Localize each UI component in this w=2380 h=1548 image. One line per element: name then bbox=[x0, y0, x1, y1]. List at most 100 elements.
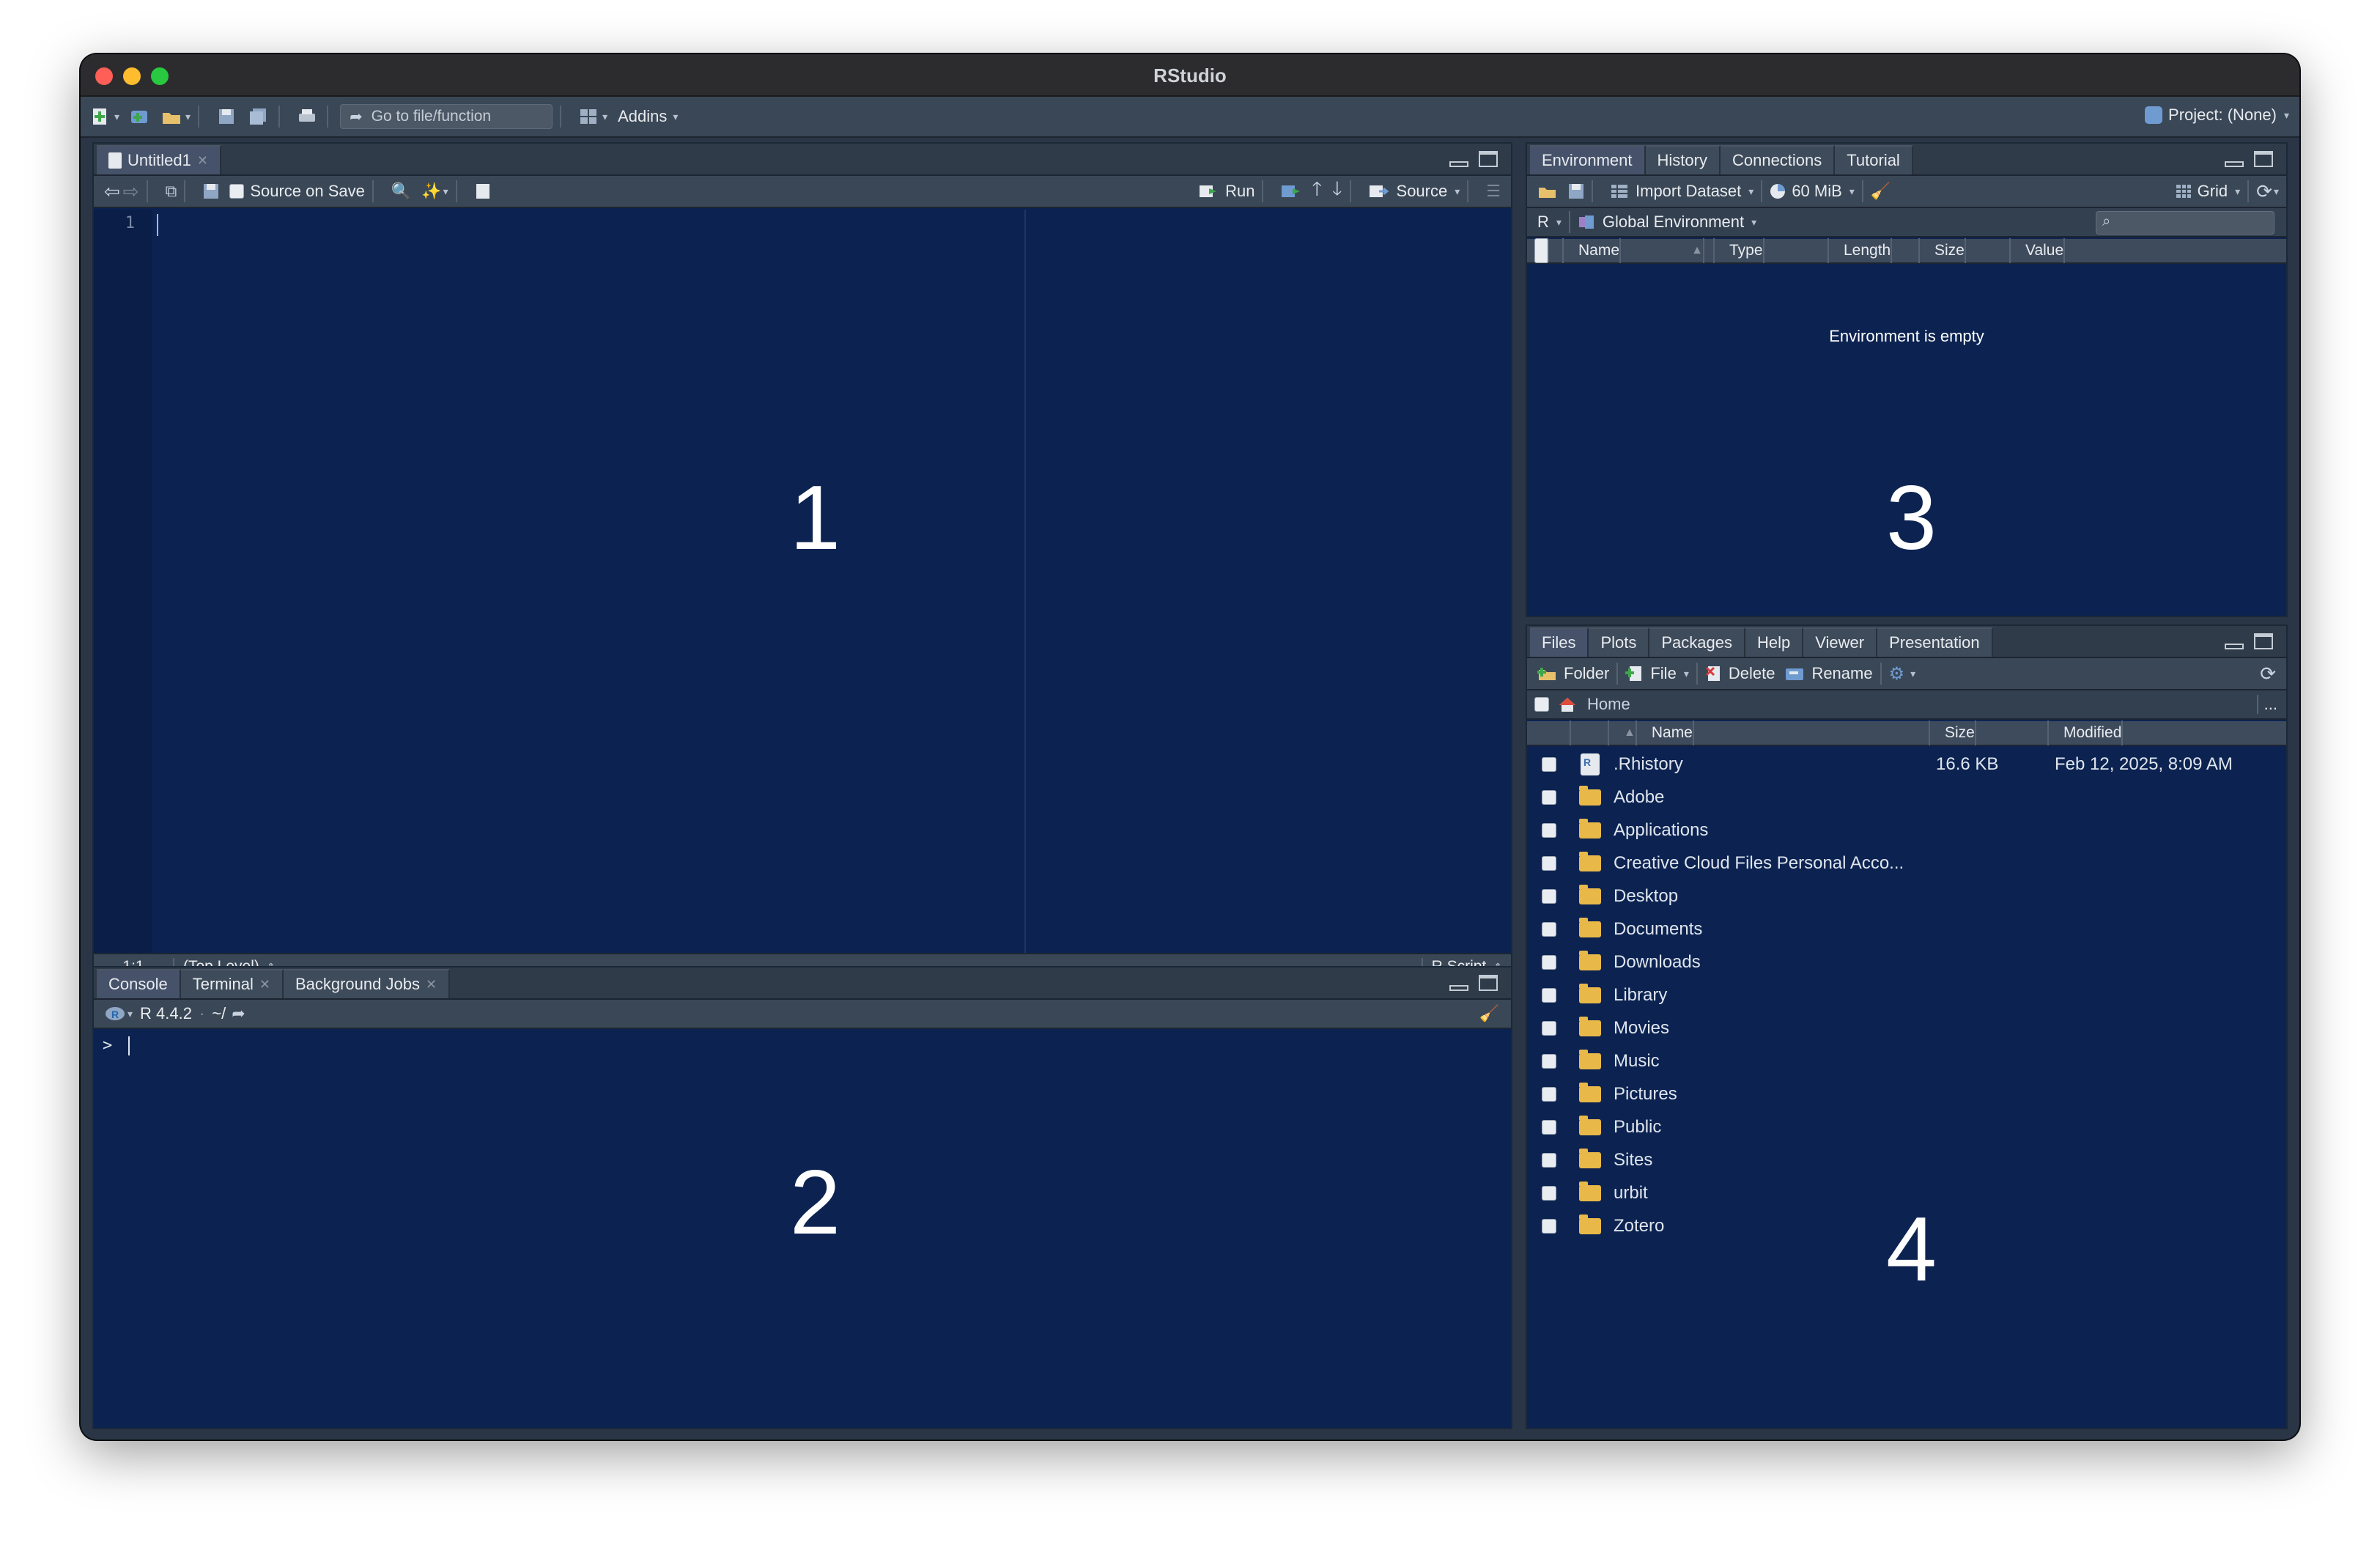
row-checkbox[interactable] bbox=[1527, 789, 1571, 805]
close-tab-icon[interactable]: ✕ bbox=[426, 977, 437, 992]
code-editor[interactable] bbox=[152, 210, 1511, 953]
more-path-button[interactable]: ... bbox=[2256, 695, 2283, 714]
addins-menu[interactable]: Addins bbox=[618, 107, 667, 126]
file-name-link[interactable]: .Rhistory bbox=[1609, 754, 1930, 775]
file-row[interactable]: Public bbox=[1527, 1110, 2286, 1143]
file-row[interactable]: Creative Cloud Files Personal Acco... bbox=[1527, 847, 2286, 880]
tab-untitled1[interactable]: Untitled1 ✕ bbox=[97, 145, 221, 174]
column-size[interactable]: Size bbox=[1920, 238, 2011, 263]
print-icon[interactable] bbox=[295, 105, 319, 128]
refresh-icon[interactable]: ⟳ bbox=[2256, 180, 2272, 203]
close-tab-icon[interactable]: ✕ bbox=[259, 977, 270, 992]
file-row[interactable]: Desktop bbox=[1527, 880, 2286, 913]
column-modified[interactable]: Modified bbox=[2049, 720, 2286, 745]
tab-history[interactable]: History bbox=[1645, 145, 1721, 174]
tab-terminal[interactable]: Terminal ✕ bbox=[180, 969, 284, 998]
select-all-files-checkbox[interactable] bbox=[1534, 697, 1549, 712]
file-name-link[interactable]: Movies bbox=[1609, 1018, 1930, 1039]
back-arrow-icon[interactable]: ⇦ bbox=[104, 180, 120, 203]
compile-report-icon[interactable] bbox=[475, 183, 491, 199]
clear-objects-broom-icon[interactable]: 🧹 bbox=[1871, 182, 1891, 201]
code-tools-wand-icon[interactable]: ✨ bbox=[421, 182, 441, 201]
minimize-pane-button[interactable] bbox=[2225, 644, 2244, 649]
go-to-directory-icon[interactable]: ➦ bbox=[232, 1004, 245, 1023]
tab-connections[interactable]: Connections bbox=[1720, 145, 1836, 174]
close-tab-icon[interactable]: ✕ bbox=[197, 153, 208, 169]
file-row[interactable]: Applications bbox=[1527, 814, 2286, 847]
rename-button[interactable]: Rename bbox=[1785, 664, 1873, 683]
language-selector[interactable]: R ▾ bbox=[1537, 213, 1562, 232]
tab-tutorial[interactable]: Tutorial bbox=[1835, 145, 1913, 174]
go-down-arrow-icon[interactable]: 🡓 bbox=[1332, 175, 1342, 207]
tab-background-jobs[interactable]: Background Jobs ✕ bbox=[283, 969, 451, 998]
open-file-icon[interactable] bbox=[159, 105, 184, 128]
maximize-pane-button[interactable] bbox=[1479, 975, 1498, 991]
environment-scope-selector[interactable]: Global Environment ▾ bbox=[1578, 213, 1756, 232]
file-row[interactable]: Pictures bbox=[1527, 1077, 2286, 1110]
column-length[interactable]: Length bbox=[1829, 238, 1920, 263]
column-type[interactable]: Type bbox=[1715, 238, 1829, 263]
row-checkbox[interactable] bbox=[1527, 756, 1571, 772]
pane-layout-icon[interactable] bbox=[576, 105, 601, 128]
row-checkbox[interactable] bbox=[1527, 1218, 1571, 1234]
outline-icon[interactable]: ☰ bbox=[1486, 182, 1501, 201]
row-checkbox[interactable] bbox=[1527, 888, 1571, 904]
more-settings-gear-icon[interactable]: ⚙ bbox=[1889, 663, 1905, 685]
tab-help[interactable]: Help bbox=[1745, 627, 1804, 657]
tab-presentation[interactable]: Presentation bbox=[1877, 627, 1993, 657]
refresh-icon[interactable]: ⟳ bbox=[2260, 663, 2276, 685]
tab-environment[interactable]: Environment bbox=[1530, 145, 1646, 174]
column-size[interactable]: Size bbox=[1930, 720, 2049, 745]
minimize-pane-button[interactable] bbox=[2225, 161, 2244, 167]
row-checkbox[interactable] bbox=[1527, 1020, 1571, 1036]
chevron-down-icon[interactable]: ▾ bbox=[602, 111, 607, 123]
file-name-link[interactable]: Sites bbox=[1609, 1150, 1930, 1171]
row-checkbox[interactable] bbox=[1527, 921, 1571, 937]
row-checkbox[interactable] bbox=[1527, 1086, 1571, 1102]
chevron-down-icon[interactable]: ▾ bbox=[2274, 185, 2279, 198]
memory-usage-menu[interactable]: 60 MiB ▾ bbox=[1770, 182, 1855, 201]
save-icon[interactable] bbox=[214, 105, 239, 128]
maximize-pane-button[interactable] bbox=[2254, 633, 2273, 649]
file-name-link[interactable]: Pictures bbox=[1609, 1084, 1930, 1105]
tab-files[interactable]: Files bbox=[1530, 627, 1589, 657]
clear-console-broom-icon[interactable]: 🧹 bbox=[1479, 1004, 1499, 1023]
file-name-link[interactable]: Zotero bbox=[1609, 1216, 1930, 1236]
file-name-link[interactable]: Creative Cloud Files Personal Acco... bbox=[1609, 853, 1930, 874]
file-row[interactable]: Music bbox=[1527, 1044, 2286, 1077]
file-row[interactable]: .Rhistory 16.6 KB Feb 12, 2025, 8:09 AM bbox=[1527, 748, 2286, 781]
row-checkbox[interactable] bbox=[1527, 855, 1571, 871]
tab-packages[interactable]: Packages bbox=[1649, 627, 1745, 657]
file-row[interactable]: Library bbox=[1527, 978, 2286, 1011]
file-name-link[interactable]: Desktop bbox=[1609, 886, 1930, 907]
row-checkbox[interactable] bbox=[1527, 954, 1571, 970]
source-on-save-checkbox[interactable]: Source on Save bbox=[229, 182, 365, 201]
new-file-icon[interactable] bbox=[88, 105, 113, 128]
chevron-down-icon[interactable]: ▾ bbox=[185, 111, 191, 123]
row-checkbox[interactable] bbox=[1527, 987, 1571, 1003]
row-checkbox[interactable] bbox=[1527, 1152, 1571, 1168]
file-row[interactable]: Movies bbox=[1527, 1011, 2286, 1044]
row-checkbox[interactable] bbox=[1527, 1119, 1571, 1135]
file-name-link[interactable]: Library bbox=[1609, 985, 1930, 1006]
show-in-window-icon[interactable]: ⧉ bbox=[166, 182, 177, 201]
chevron-down-icon[interactable]: ▾ bbox=[673, 111, 678, 123]
goto-file-function-input[interactable]: ➦ Go to file/function bbox=[340, 104, 553, 129]
new-project-icon[interactable] bbox=[127, 105, 152, 128]
breadcrumb-home[interactable]: Home bbox=[1587, 695, 1630, 714]
chevron-down-icon[interactable]: ▾ bbox=[1910, 668, 1915, 680]
delete-button[interactable]: Delete bbox=[1705, 664, 1775, 683]
tab-console[interactable]: Console bbox=[97, 969, 181, 998]
new-file-button[interactable]: File ▾ bbox=[1625, 664, 1689, 683]
file-name-link[interactable]: Music bbox=[1609, 1051, 1930, 1072]
search-icon[interactable]: 🔍 bbox=[391, 182, 411, 201]
select-all-checkbox[interactable] bbox=[1527, 238, 1564, 263]
row-checkbox[interactable] bbox=[1527, 822, 1571, 838]
file-row[interactable]: Adobe bbox=[1527, 781, 2286, 814]
tab-viewer[interactable]: Viewer bbox=[1803, 627, 1878, 657]
file-name-link[interactable]: Public bbox=[1609, 1117, 1930, 1138]
column-value[interactable]: Value bbox=[2011, 238, 2286, 263]
row-checkbox[interactable] bbox=[1527, 1053, 1571, 1069]
row-checkbox[interactable] bbox=[1527, 1185, 1571, 1201]
file-row[interactable]: Documents bbox=[1527, 913, 2286, 946]
